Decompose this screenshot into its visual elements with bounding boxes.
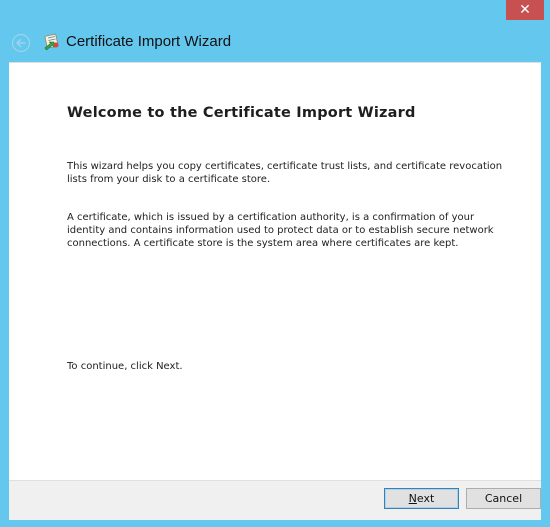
cancel-button-label: Cancel	[484, 492, 523, 505]
close-button[interactable]: ✕	[506, 0, 544, 20]
page-title: Welcome to the Certificate Import Wizard	[67, 105, 416, 121]
description-text: A certificate, which is issued by a cert…	[67, 212, 494, 249]
continue-text: To continue, click Next.	[67, 361, 183, 372]
back-arrow-icon[interactable]	[11, 33, 31, 53]
window-title: Certificate Import Wizard	[66, 33, 232, 50]
next-button-label: Next	[408, 492, 435, 505]
intro-text: This wizard helps you copy certificates,…	[67, 161, 503, 185]
wizard-content: Welcome to the Certificate Import Wizard…	[9, 62, 541, 480]
close-icon: ✕	[519, 2, 531, 18]
certificate-icon	[44, 33, 59, 51]
wizard-footer: Next Cancel	[9, 480, 541, 520]
wizard-window: ✕ Certificate Import Wizard Welcome to t…	[0, 0, 550, 527]
cancel-button[interactable]: Cancel	[466, 488, 541, 509]
next-button[interactable]: Next	[384, 488, 459, 509]
